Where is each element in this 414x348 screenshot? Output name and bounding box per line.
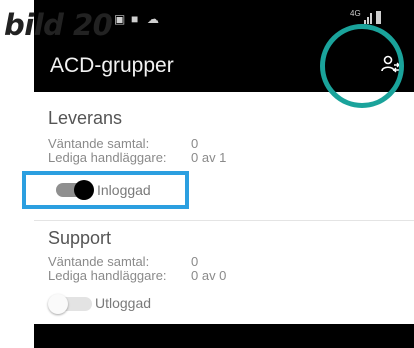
- waiting-calls-row: Väntande samtal: 0: [48, 254, 198, 269]
- image-icon: ▣: [114, 12, 126, 26]
- available-agents-value: 0 av 0: [191, 268, 227, 283]
- highlight-box: [22, 171, 189, 209]
- signal-icon: [364, 11, 381, 24]
- waiting-calls-value: 0: [191, 254, 199, 269]
- annotation-label: bild 20: [4, 8, 113, 42]
- group-name: Support: [48, 228, 112, 248]
- available-agents-value: 0 av 1: [191, 150, 227, 165]
- available-agents-row: Lediga handläggare: 0 av 1: [48, 150, 226, 165]
- waiting-calls-label: Väntande samtal:: [48, 254, 150, 269]
- bag-icon: ■: [131, 12, 139, 26]
- waiting-calls-row: Väntande samtal: 0: [48, 136, 198, 151]
- waiting-calls-label: Väntande samtal:: [48, 136, 150, 151]
- toggle-thumb: [48, 294, 68, 314]
- network-type: 4G: [350, 9, 361, 18]
- cloud-icon: ☁: [147, 12, 159, 26]
- available-agents-label: Lediga handläggare:: [48, 268, 167, 283]
- page-title: ACD-grupper: [50, 54, 174, 77]
- available-agents-label: Lediga handläggare:: [48, 150, 167, 165]
- highlight-ring: [320, 24, 404, 108]
- group-card-support: Support Väntande samtal: 0 Lediga handläg…: [34, 220, 414, 324]
- group-name: Leverans: [48, 108, 123, 128]
- battery-icon: [376, 11, 381, 24]
- available-agents-row: Lediga handläggare: 0 av 0: [48, 268, 226, 283]
- bottom-bar: [34, 324, 414, 348]
- login-status-label: Utloggad: [95, 295, 152, 311]
- login-toggle[interactable]: [48, 294, 102, 314]
- waiting-calls-value: 0: [191, 136, 199, 151]
